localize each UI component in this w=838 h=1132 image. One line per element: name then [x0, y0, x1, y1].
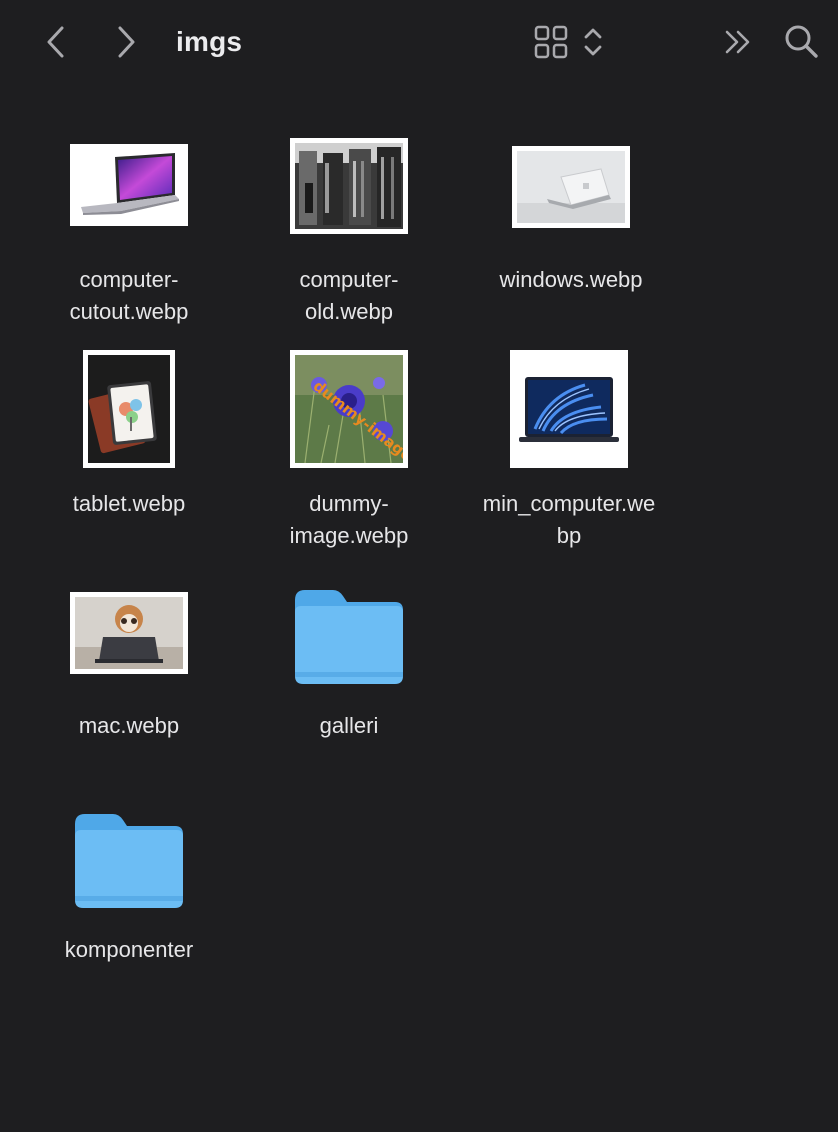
folder-item-komponenter[interactable]: komponenter — [39, 802, 219, 982]
file-item-min-computer[interactable]: min_computer.we bp — [479, 344, 659, 548]
folder-icon — [295, 590, 403, 684]
folder-icon — [75, 814, 183, 908]
thumbnail-image: dummy-image — [290, 350, 408, 468]
file-name: computer-cutout.webp — [69, 267, 189, 324]
file-item-computer-old[interactable]: computer-old.webp — [259, 130, 439, 330]
file-item-windows[interactable]: windows.webp — [481, 130, 661, 330]
file-name: computer-old.webp — [299, 267, 399, 324]
thumbnail-image — [70, 592, 188, 674]
thumbnail-image — [510, 350, 628, 468]
file-item-dummy-image[interactable]: dummy-image dummy-image.webp — [259, 344, 439, 548]
file-name: dummy-image.webp — [289, 491, 409, 548]
file-item-tablet[interactable]: tablet.webp — [39, 344, 219, 544]
file-item-computer-cutout[interactable]: computer-cutout.webp — [39, 130, 219, 330]
file-name: tablet.webp — [72, 491, 186, 516]
thumbnail-image — [290, 138, 408, 234]
file-name: min_computer.we bp — [482, 491, 656, 548]
folder-name: galleri — [319, 713, 379, 738]
folder-name: komponenter — [64, 937, 194, 962]
thumbnail-image — [83, 350, 175, 468]
file-item-mac[interactable]: mac.webp — [39, 578, 219, 758]
finder-window: imgs computer- cutout.webp computer- old… — [0, 0, 838, 1132]
file-name: mac.webp — [78, 713, 180, 738]
file-name: windows.webp — [499, 267, 643, 292]
thumbnail-image — [70, 144, 188, 226]
folder-item-galleri[interactable]: galleri — [259, 578, 439, 758]
file-grid: computer-cutout.webp computer- old.webp … — [0, 0, 838, 1132]
thumbnail-image — [512, 146, 630, 228]
